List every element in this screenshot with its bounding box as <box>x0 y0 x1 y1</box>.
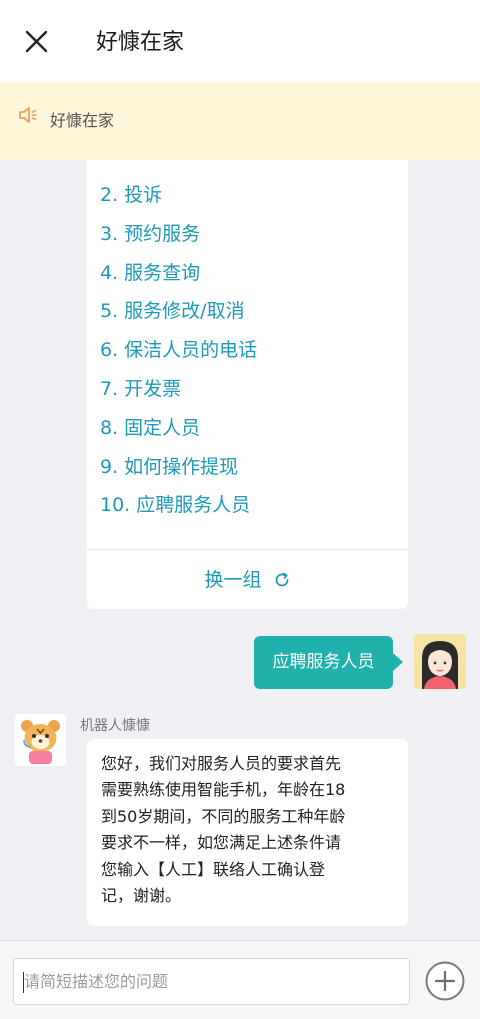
refresh-button[interactable]: 换一组 <box>87 560 408 600</box>
bot-message-line: 到50岁期间，不同的服务工种年龄 <box>101 806 346 826</box>
question-input[interactable] <box>13 958 410 1005</box>
text-caret <box>23 972 24 993</box>
bot-name: 机器人慷慷 <box>80 718 150 734</box>
bot-message-line: 需要熟练使用智能手机，年龄在18 <box>101 780 346 800</box>
refresh-label: 换一组 <box>204 569 262 591</box>
user-message-bubble: 应聘服务人员 <box>254 636 403 689</box>
bot-avatar <box>15 714 66 766</box>
tiger-mascot-icon <box>15 714 66 766</box>
refresh-icon <box>275 572 288 587</box>
input-bar <box>0 940 480 1019</box>
plus-icon[interactable] <box>425 961 465 1001</box>
faq-item[interactable]: 8. 固定人员 <box>100 409 257 448</box>
bot-message-line: 要求不一样，如您满足上述条件请 <box>101 833 342 853</box>
notice-text: 好慷在家 <box>50 111 115 130</box>
speaker-icon <box>19 107 37 123</box>
bot-message-line: 记，谢谢。 <box>101 886 182 906</box>
faq-item[interactable]: 4. 服务查询 <box>100 254 257 293</box>
faq-item[interactable]: 6. 保洁人员的电话 <box>100 331 257 370</box>
faq-item[interactable]: 2. 投诉 <box>100 176 257 215</box>
faq-item[interactable]: 3. 预约服务 <box>100 215 257 254</box>
divider <box>87 549 408 550</box>
bot-message-line: 您好，我们对服务人员的要求首先 <box>101 754 342 773</box>
faq-list: 2. 投诉 3. 预约服务 4. 服务查询 5. 服务修改/取消 6. 保洁人员… <box>100 176 257 525</box>
faq-item[interactable]: 5. 服务修改/取消 <box>100 292 257 331</box>
girl-avatar-icon <box>414 634 466 689</box>
page-title: 好慷在家 <box>96 30 185 55</box>
faq-item[interactable]: 10. 应聘服务人员 <box>100 486 257 525</box>
notice-bar: 好慷在家 <box>0 82 480 160</box>
bot-message-line: 您输入【人工】联络人工确认登 <box>101 859 326 879</box>
faq-menu-card: 2. 投诉 3. 预约服务 4. 服务查询 5. 服务修改/取消 6. 保洁人员… <box>87 160 408 609</box>
bot-message-bubble: 您好，我们对服务人员的要求首先 需要熟练使用智能手机，年龄在18 到50岁期间，… <box>87 739 408 926</box>
faq-item[interactable]: 7. 开发票 <box>100 370 257 409</box>
close-icon[interactable] <box>22 27 52 57</box>
user-avatar <box>414 634 466 689</box>
app-header: 好慷在家 <box>0 0 480 82</box>
faq-item[interactable]: 9. 如何操作提现 <box>100 448 257 487</box>
